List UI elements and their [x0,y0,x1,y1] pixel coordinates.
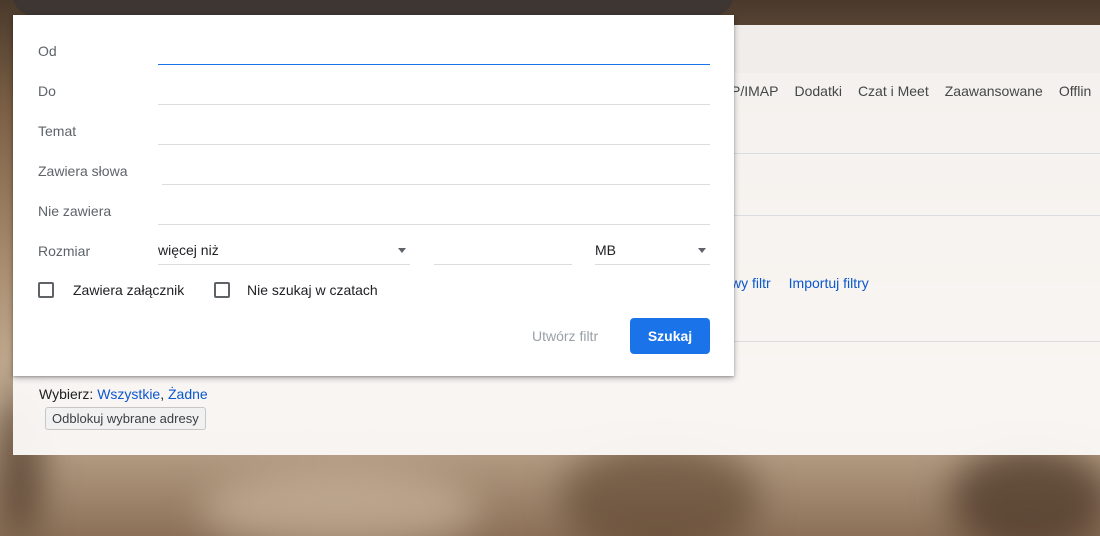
create-filter-button[interactable]: Utwórz filtr [532,328,598,344]
has-attachment-label: Zawiera załącznik [73,282,185,298]
unblock-selected-button[interactable]: Odblokuj wybrane adresy [45,407,206,430]
background-blur [200,470,480,536]
has-words-input[interactable] [162,155,710,185]
to-label: Do [38,83,56,99]
size-label: Rozmiar [38,243,91,259]
divider [731,153,1100,154]
advanced-search-dialog: Od Do Temat Zawiera słowa Nie zawiera Ro… [13,15,734,376]
to-input[interactable] [158,75,710,105]
divider [731,341,1100,342]
size-operator-select[interactable]: więcej niż [158,235,410,265]
tab-pop-imap[interactable]: P/IMAP [731,83,778,99]
from-label: Od [38,43,57,59]
filter-links: wy filtr Importuj filtry [731,275,869,291]
dropdown-caret-icon [698,248,706,253]
has-words-label: Zawiera słowa [38,163,128,179]
divider [731,215,1100,216]
background-blur [950,445,1100,536]
tab-addons[interactable]: Dodatki [794,83,841,99]
doesnt-have-input[interactable] [158,195,710,225]
select-row: Wybierz: Wszystkie, Żadne [39,386,208,402]
import-filters-link[interactable]: Importuj filtry [789,275,869,291]
subject-label: Temat [38,123,77,139]
exclude-chats-label: Nie szukaj w czatach [247,282,378,298]
doesnt-have-label: Nie zawiera [38,203,112,219]
subject-input[interactable] [158,115,710,145]
mail-search-bar[interactable] [12,0,734,16]
select-none-link[interactable]: Żadne [168,386,208,402]
dropdown-caret-icon [398,248,406,253]
size-value-input[interactable] [434,235,572,265]
size-operator-value: więcej niż [158,242,219,258]
from-input[interactable] [158,35,710,65]
select-label: Wybierz: [39,386,94,402]
select-separator: , [160,386,165,402]
tab-advanced[interactable]: Zaawansowane [945,83,1043,99]
exclude-chats-checkbox[interactable] [214,282,230,298]
size-row: Rozmiar więcej niż MB [38,235,710,281]
has-attachment-option[interactable]: Zawiera załącznik [38,280,184,300]
search-button[interactable]: Szukaj [630,318,710,354]
tab-offline[interactable]: Offlin [1059,83,1091,99]
settings-tabs: P/IMAP Dodatki Czat i Meet Zaawansowane … [731,83,1091,99]
tab-chat-meet[interactable]: Czat i Meet [858,83,929,99]
size-unit-select[interactable]: MB [595,235,710,265]
create-new-filter-link[interactable]: wy filtr [731,275,771,291]
size-unit-value: MB [595,242,616,258]
exclude-chats-option[interactable]: Nie szukaj w czatach [214,280,378,300]
has-attachment-checkbox[interactable] [38,282,54,298]
select-all-link[interactable]: Wszystkie [97,386,160,402]
